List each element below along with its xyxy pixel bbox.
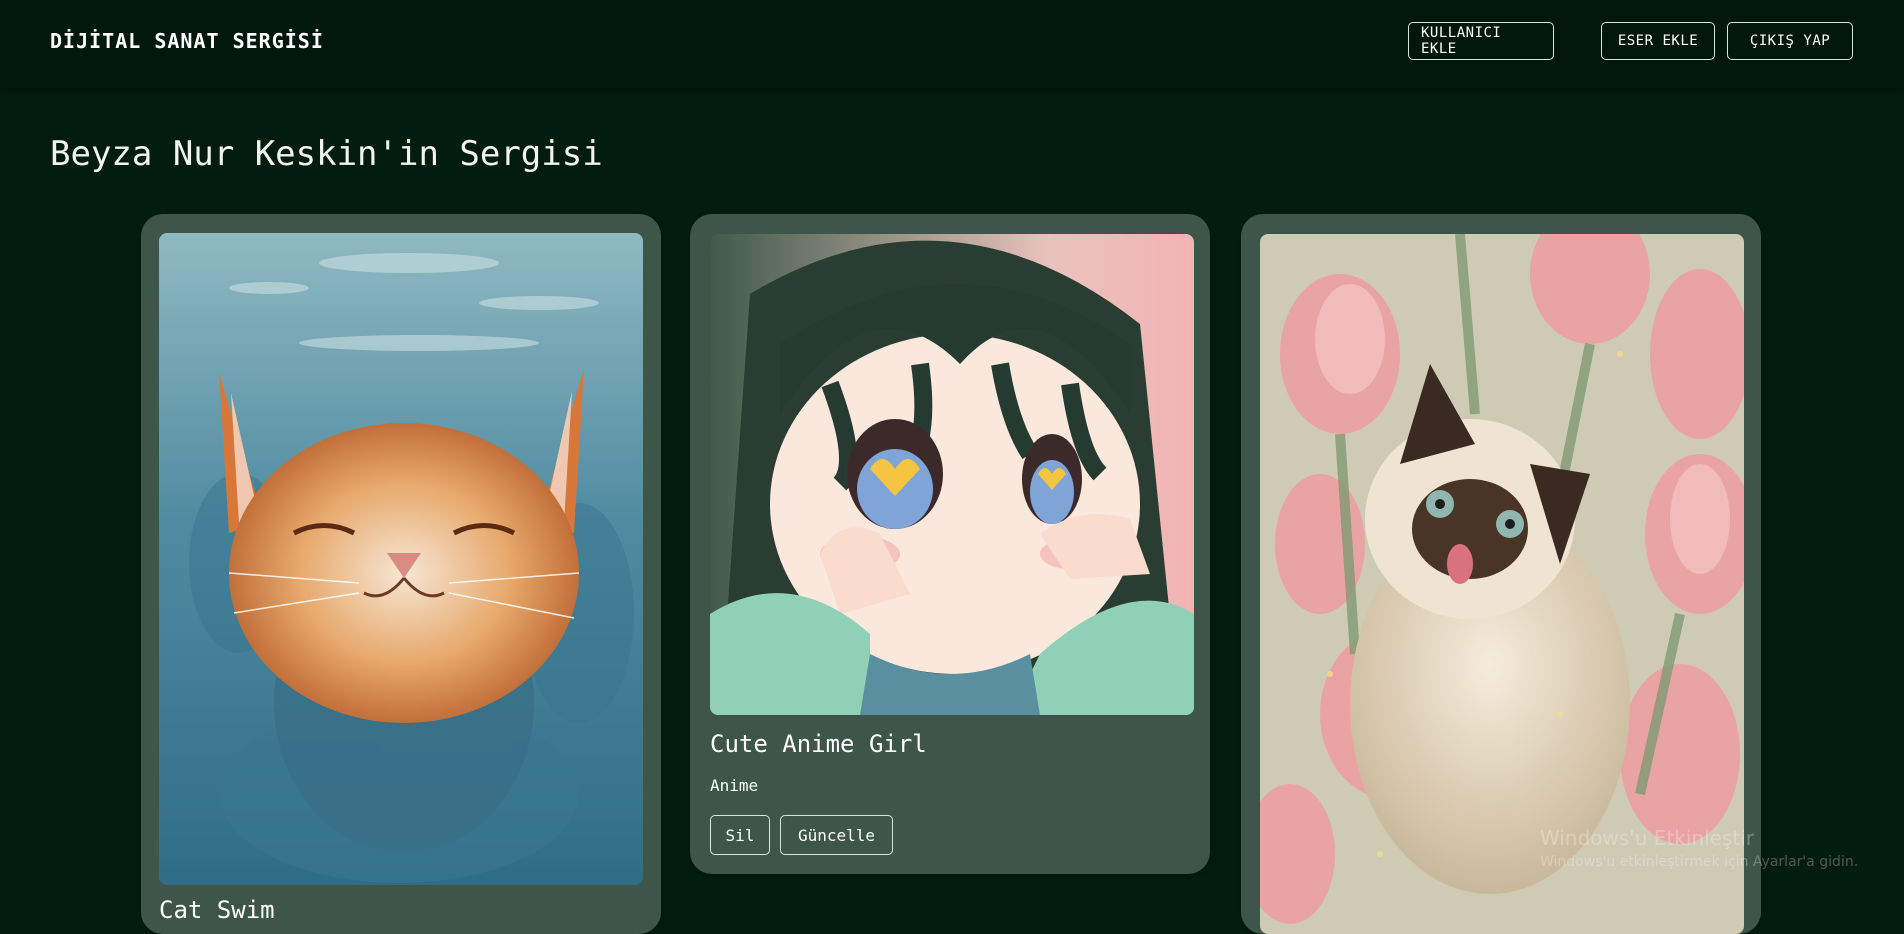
add-artwork-button[interactable]: ESER EKLE [1601, 22, 1715, 60]
watermark-title: Windows'u Etkinleştir [1540, 826, 1755, 850]
artwork-category: Anime [710, 776, 759, 795]
add-user-button[interactable]: KULLANICI EKLE [1408, 22, 1554, 60]
artwork-card: Cute Anime Girl Anime Sil Güncelle [690, 214, 1210, 874]
watermark-text: Windows'u etkinleştirmek için Ayarlar'a … [1540, 854, 1859, 870]
page-title: Beyza Nur Keskin'in Sergisi [50, 134, 603, 174]
artwork-title: Cute Anime Girl [710, 730, 927, 758]
artwork-card: Cat Swim [141, 214, 661, 934]
top-navbar: DİJİTAL SANAT SERGİSİ KULLANICI EKLE ESE… [0, 0, 1904, 88]
logout-button[interactable]: ÇIKIŞ YAP [1727, 22, 1853, 60]
site-brand[interactable]: DİJİTAL SANAT SERGİSİ [50, 29, 324, 53]
artwork-image [710, 234, 1194, 715]
windows-activation-watermark: Windows'u Etkinleştir Windows'u etkinleş… [1540, 826, 1870, 870]
update-button[interactable]: Güncelle [780, 815, 893, 855]
delete-button[interactable]: Sil [710, 815, 770, 855]
artwork-image [159, 233, 643, 885]
artwork-title: Cat Swim [159, 896, 275, 924]
